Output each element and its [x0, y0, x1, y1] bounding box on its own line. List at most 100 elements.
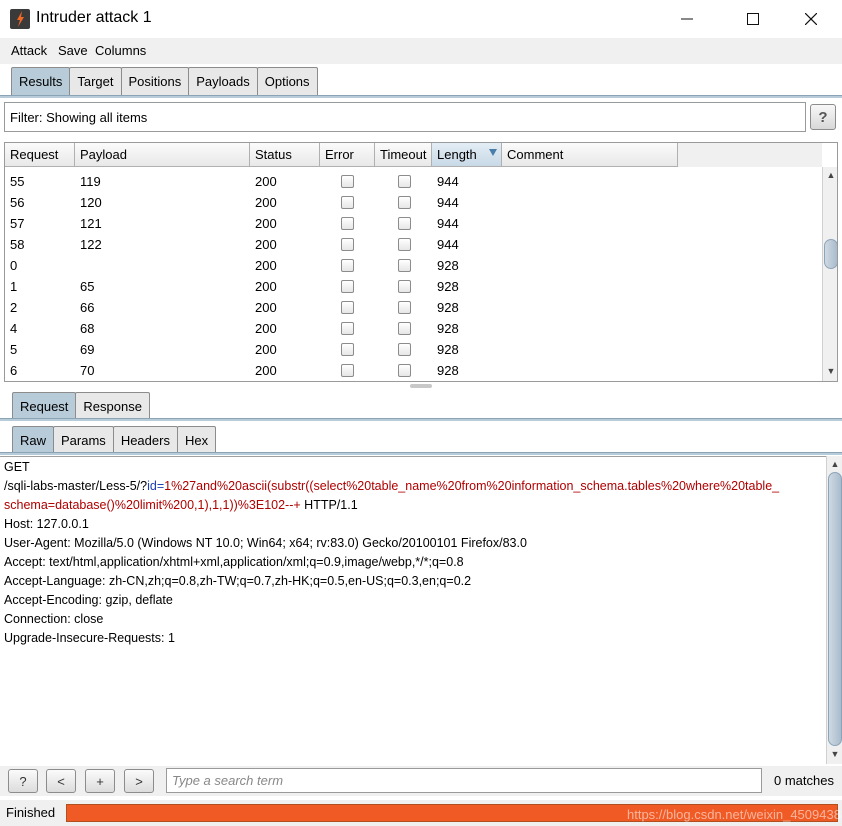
header-user-agent: User-Agent: Mozilla/5.0 (Windows NT 10.0… [4, 536, 527, 550]
header-accept: Accept: text/html,application/xhtml+xml,… [4, 555, 464, 569]
table-header-filler [678, 143, 822, 167]
cell-status: 200 [255, 342, 277, 357]
column-request[interactable]: Request [5, 143, 75, 167]
cell-request: 55 [10, 174, 25, 189]
table-row[interactable]: 1 65 200 928 [5, 276, 678, 297]
tab-raw[interactable]: Raw [12, 426, 55, 454]
column-status[interactable]: Status [250, 143, 320, 167]
tab-params[interactable]: Params [53, 426, 114, 454]
cell-payload: 122 [80, 237, 102, 252]
search-bar: ? < + > Type a search term 0 matches [0, 766, 842, 796]
tab-options[interactable]: Options [256, 67, 318, 95]
minimize-icon [681, 18, 693, 20]
cell-status: 200 [255, 321, 277, 336]
table-scroll-thumb[interactable] [824, 239, 837, 269]
cell-status: 200 [255, 216, 277, 231]
table-row[interactable]: 57 121 200 944 [5, 213, 678, 234]
maximize-icon [747, 13, 759, 25]
table-scrollbar[interactable]: ▲ ▼ [822, 167, 837, 381]
timeout-checkbox [398, 196, 411, 209]
status-text: Finished [6, 805, 56, 820]
cell-payload: 70 [80, 363, 95, 378]
error-checkbox [341, 238, 354, 251]
pane-splitter[interactable] [410, 384, 432, 388]
timeout-checkbox [398, 238, 411, 251]
tab-response[interactable]: Response [75, 392, 150, 420]
tab-request[interactable]: Request [12, 392, 77, 420]
cell-length: 928 [437, 258, 459, 273]
scroll-down-icon[interactable]: ▼ [823, 363, 837, 379]
scroll-up-icon[interactable]: ▲ [823, 167, 837, 183]
results-table: Request Payload Status Error Timeout Len… [4, 142, 838, 382]
header-accept-language: Accept-Language: zh-CN,zh;q=0.8,zh-TW;q=… [4, 574, 472, 588]
menu-save[interactable]: Save [58, 43, 88, 58]
cell-length: 944 [437, 195, 459, 210]
search-input[interactable]: Type a search term [166, 768, 762, 793]
table-row[interactable]: 55 119 200 944 [5, 171, 678, 192]
request-scrollbar[interactable]: ▲ ▼ [826, 456, 842, 764]
cell-request: 5 [10, 342, 18, 357]
menu-columns[interactable]: Columns [95, 43, 146, 58]
tab-hex[interactable]: Hex [176, 426, 217, 454]
column-error[interactable]: Error [320, 143, 375, 167]
table-row[interactable]: 2 66 200 928 [5, 297, 678, 318]
timeout-checkbox [398, 217, 411, 230]
cell-status: 200 [255, 237, 277, 252]
cell-length: 944 [437, 216, 459, 231]
close-icon [805, 13, 817, 25]
cell-payload: 120 [80, 195, 102, 210]
cell-payload: 121 [80, 216, 102, 231]
search-add-button[interactable]: + [85, 769, 115, 793]
cell-payload: 69 [80, 342, 95, 357]
title-bar: Intruder attack 1 [0, 0, 842, 38]
watermark: https://blog.csdn.net/weixin_45094388 [627, 807, 842, 822]
cell-status: 200 [255, 174, 277, 189]
timeout-checkbox [398, 301, 411, 314]
error-checkbox [341, 364, 354, 377]
search-next-button[interactable]: > [124, 769, 154, 793]
request-scroll-down-icon[interactable]: ▼ [827, 746, 842, 762]
tab-target[interactable]: Target [69, 67, 122, 95]
tab-results[interactable]: Results [11, 67, 71, 95]
tab-positions[interactable]: Positions [120, 67, 190, 95]
search-prev-button[interactable]: < [46, 769, 76, 793]
table-row[interactable]: 58 122 200 944 [5, 234, 678, 255]
search-match-count: 0 matches [774, 773, 834, 788]
close-button[interactable] [788, 0, 834, 38]
column-comment[interactable]: Comment [502, 143, 678, 167]
cell-payload: 66 [80, 300, 95, 315]
table-row[interactable]: 0 200 928 [5, 255, 678, 276]
filter-bar[interactable]: Filter: Showing all items [4, 102, 806, 132]
error-checkbox [341, 259, 354, 272]
tab-headers[interactable]: Headers [112, 426, 178, 454]
table-row[interactable]: 56 120 200 944 [5, 192, 678, 213]
cell-request: 58 [10, 237, 25, 252]
column-payload[interactable]: Payload [75, 143, 250, 167]
burp-logo-icon [10, 9, 30, 29]
request-scroll-up-icon[interactable]: ▲ [827, 456, 842, 472]
table-row[interactable]: 4 68 200 928 [5, 318, 678, 339]
filter-help-button[interactable]: ? [810, 104, 836, 130]
tab-payloads[interactable]: Payloads [188, 67, 258, 95]
column-timeout[interactable]: Timeout [375, 143, 432, 167]
cell-request: 6 [10, 363, 18, 378]
minimize-button[interactable] [664, 0, 710, 38]
error-checkbox [341, 196, 354, 209]
window-title: Intruder attack 1 [36, 9, 152, 26]
request-scroll-thumb[interactable] [828, 472, 842, 746]
search-help-button[interactable]: ? [8, 769, 38, 793]
cell-payload: 119 [80, 174, 101, 189]
table-header: Request Payload Status Error Timeout Len… [5, 143, 678, 167]
cell-request: 2 [10, 300, 18, 315]
request-payload-part2: schema=database()%20limit%200,1),1,1))%3… [4, 498, 301, 512]
column-length[interactable]: Length [432, 143, 502, 167]
table-row[interactable]: 6 70 200 928 [5, 360, 678, 381]
table-row[interactable]: 5 69 200 928 [5, 339, 678, 360]
request-line: /sqli-labs-master/Less-5/?id=1%27and%20a… [4, 479, 779, 493]
menu-attack[interactable]: Attack [11, 43, 47, 58]
error-checkbox [341, 280, 354, 293]
maximize-button[interactable] [730, 0, 776, 38]
timeout-checkbox [398, 364, 411, 377]
raw-request-editor[interactable]: GET /sqli-labs-master/Less-5/?id=1%27and… [0, 456, 826, 764]
cell-length: 944 [437, 237, 459, 252]
